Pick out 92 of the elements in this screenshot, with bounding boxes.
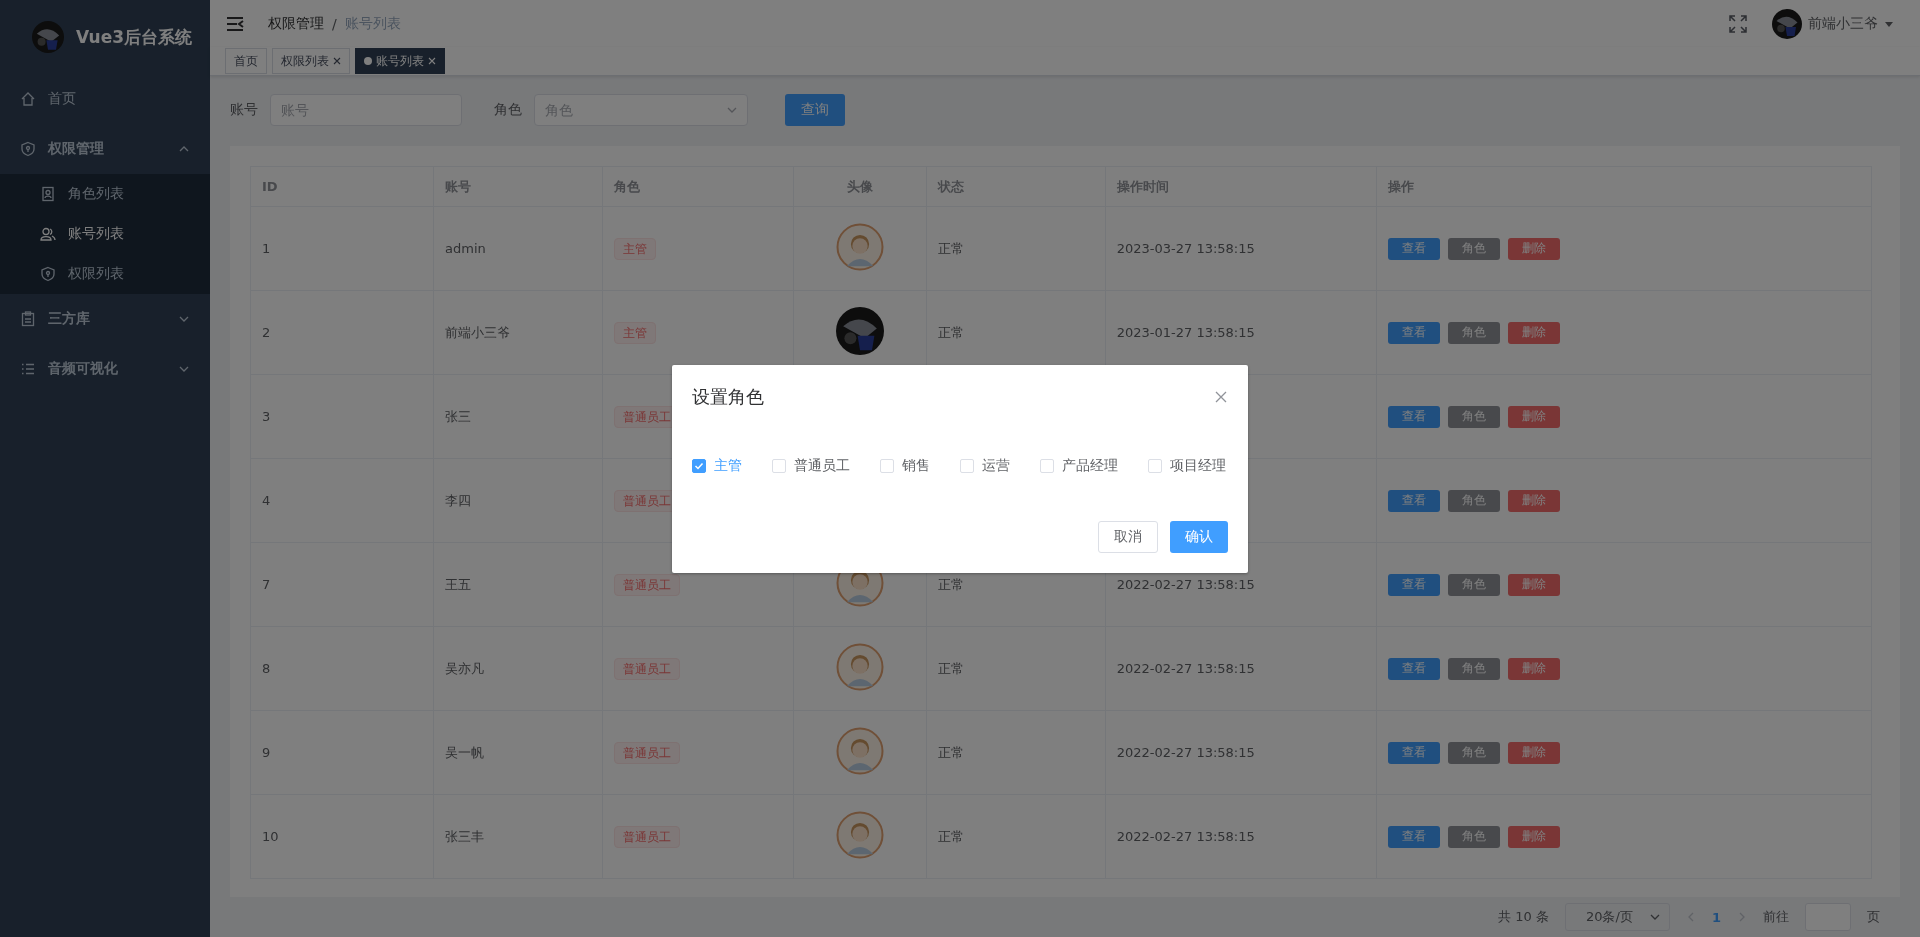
table-cell: 正常 xyxy=(926,626,1106,711)
table-cell: 正常 xyxy=(926,206,1106,291)
submenu-item[interactable]: 账号列表 xyxy=(0,214,210,254)
close-icon[interactable] xyxy=(1214,390,1228,404)
table-cell: 张三丰 xyxy=(433,794,603,879)
menu-icon xyxy=(226,15,244,32)
action-button[interactable]: 查看 xyxy=(1388,489,1441,512)
close-icon xyxy=(333,57,341,66)
action-button[interactable]: 删除 xyxy=(1508,489,1561,512)
role-tag: 普通员工 xyxy=(613,741,680,764)
table-cell: admin xyxy=(433,206,603,291)
tab[interactable]: 账号列表 xyxy=(355,48,445,75)
checkbox-label: 产品经理 xyxy=(1062,457,1118,475)
table-cell: 2 xyxy=(250,290,434,375)
table-cell: 张三 xyxy=(433,374,603,459)
active-dot xyxy=(364,57,372,66)
menu-item[interactable]: 音频可视化 xyxy=(0,344,210,394)
action-button[interactable]: 查看 xyxy=(1388,825,1441,848)
action-button[interactable]: 查看 xyxy=(1388,237,1441,260)
check-icon xyxy=(694,461,704,471)
avatar xyxy=(1772,8,1802,39)
clipboard-icon xyxy=(20,311,36,327)
table-cell: 正常 xyxy=(926,794,1106,879)
confirm-button[interactable]: 确认 xyxy=(1170,521,1228,553)
field-label: 角色 xyxy=(494,101,522,119)
checkbox-label: 普通员工 xyxy=(794,457,850,475)
table-cell: 2023-03-27 13:58:15 xyxy=(1105,206,1377,291)
home-icon xyxy=(20,91,36,107)
shield-icon xyxy=(40,266,56,282)
role-tag: 普通员工 xyxy=(613,573,680,596)
table-cell: 3 xyxy=(250,374,434,459)
next-page-icon xyxy=(1737,911,1747,923)
action-button[interactable]: 查看 xyxy=(1388,741,1441,764)
action-button[interactable]: 删除 xyxy=(1508,573,1561,596)
submenu-item[interactable]: 权限列表 xyxy=(0,254,210,294)
action-button[interactable]: 查看 xyxy=(1388,405,1441,428)
card-icon xyxy=(40,186,56,202)
checkbox[interactable] xyxy=(692,459,706,473)
field-label: 账号 xyxy=(230,101,258,119)
menu-item[interactable]: 三方库 xyxy=(0,294,210,344)
breadcrumb-separator: / xyxy=(332,15,337,32)
checkbox-label: 主管 xyxy=(714,457,742,475)
table-cell: 8 xyxy=(250,626,434,711)
submenu-item[interactable]: 角色列表 xyxy=(0,174,210,214)
role-tag: 普通员工 xyxy=(613,825,680,848)
menu-item[interactable]: 首页 xyxy=(0,74,210,124)
table-cell: 前端小三爷 xyxy=(433,290,603,375)
role-tag: 普通员工 xyxy=(613,657,680,680)
table-cell: 7 xyxy=(250,542,434,627)
search-button[interactable]: 查询 xyxy=(785,94,845,126)
checkbox-label: 销售 xyxy=(902,457,930,475)
action-button[interactable]: 删除 xyxy=(1508,321,1561,344)
goto-suffix: 页 xyxy=(1867,908,1880,926)
menu-item[interactable]: 权限管理 xyxy=(0,124,210,174)
action-button[interactable]: 查看 xyxy=(1388,657,1441,680)
list-icon xyxy=(20,361,36,377)
table-cell: 2022-02-27 13:58:15 xyxy=(1105,710,1377,795)
table-cell: 9 xyxy=(250,710,434,795)
table-cell: 10 xyxy=(250,794,434,879)
action-button[interactable]: 删除 xyxy=(1508,237,1561,260)
table-cell: 2022-02-27 13:58:15 xyxy=(1105,626,1377,711)
breadcrumb-item[interactable]: 权限管理 xyxy=(268,14,324,33)
action-button[interactable]: 删除 xyxy=(1508,741,1561,764)
page-size-select[interactable]: 20条/页 xyxy=(1564,903,1670,931)
action-button[interactable]: 查看 xyxy=(1388,321,1441,344)
table-cell: 王五 xyxy=(433,542,603,627)
table-cell: 正常 xyxy=(926,710,1106,795)
tab[interactable]: 首页 xyxy=(225,48,267,75)
table-cell: 4 xyxy=(250,458,434,543)
shield-icon xyxy=(20,141,36,157)
table-cell: 2022-02-27 13:58:15 xyxy=(1105,794,1377,879)
checkbox-label: 运营 xyxy=(982,457,1010,475)
action-button[interactable]: 删除 xyxy=(1508,825,1561,848)
goto-label: 前往 xyxy=(1763,908,1789,926)
cancel-button[interactable]: 取消 xyxy=(1098,521,1158,553)
page-number[interactable]: 1 xyxy=(1711,909,1721,925)
action-button[interactable]: 删除 xyxy=(1508,657,1561,680)
checkbox-label: 项目经理 xyxy=(1170,457,1226,475)
logo-icon xyxy=(32,21,64,53)
table-cell: 吴亦凡 xyxy=(433,626,603,711)
app-title: Vue3后台系统 xyxy=(76,25,192,49)
close-icon xyxy=(428,57,436,66)
fullscreen-icon xyxy=(1728,13,1748,34)
tab[interactable]: 权限列表 xyxy=(272,48,350,75)
user-name[interactable]: 前端小三爷 xyxy=(1808,14,1878,33)
action-button[interactable]: 查看 xyxy=(1388,573,1441,596)
table-cell: 李四 xyxy=(433,458,603,543)
action-button[interactable]: 删除 xyxy=(1508,405,1561,428)
users-icon xyxy=(40,226,56,242)
table-cell: 1 xyxy=(250,206,434,291)
total-count: 共 10 条 xyxy=(1498,908,1549,926)
dialog-title: 设置角色 xyxy=(692,385,764,409)
